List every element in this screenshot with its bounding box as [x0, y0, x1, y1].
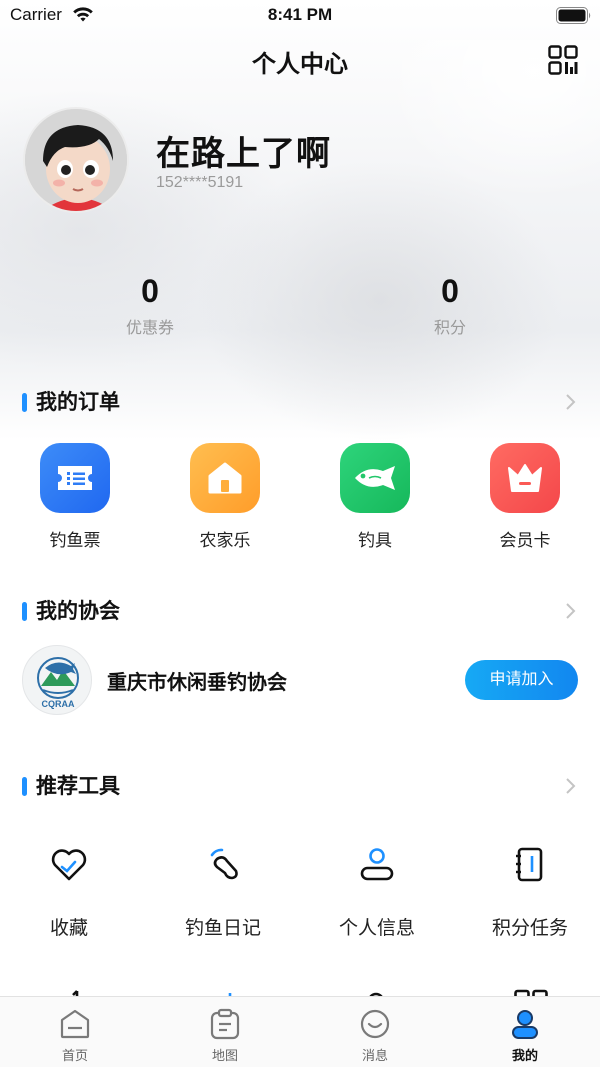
fish-icon	[340, 443, 410, 513]
tab-messages[interactable]: 消息	[300, 1007, 450, 1064]
tool-points-tasks[interactable]: 积分任务	[455, 845, 600, 940]
profile-icon	[508, 1007, 542, 1041]
section-accent-bar	[22, 777, 27, 796]
tool-label: 钓鱼日记	[184, 917, 261, 939]
association-section-title: 我的协会	[36, 599, 120, 623]
coupon-label: 优惠券	[125, 318, 174, 337]
status-bar: Carrier 8:41 PM	[0, 0, 600, 32]
chevron-right-icon[interactable]	[564, 602, 576, 624]
tab-label: 首页	[61, 1049, 88, 1064]
orders-section-header[interactable]: 我的订单	[22, 387, 578, 417]
association-section-header[interactable]: 我的协会	[22, 596, 578, 626]
notebook-icon	[510, 845, 550, 885]
join-association-button[interactable]: 申请加入	[465, 660, 578, 700]
coupon-count: 0	[141, 273, 159, 309]
points-stat[interactable]: 0 积分	[350, 272, 550, 338]
tab-bar: 首页 地图 消息 我的	[0, 996, 600, 1067]
association-name: 重庆市休闲垂钓协会	[107, 670, 287, 694]
tool-personal-info[interactable]: 个人信息	[302, 845, 452, 940]
battery-icon	[556, 7, 592, 28]
tool-label: 积分任务	[491, 917, 568, 939]
tab-profile[interactable]: 我的	[450, 1007, 600, 1064]
home-icon	[58, 1007, 92, 1041]
section-accent-bar	[22, 602, 27, 621]
order-label: 钓具	[358, 531, 392, 551]
tab-label: 我的	[511, 1049, 538, 1064]
clock: 8:41 PM	[267, 5, 333, 24]
section-accent-bar	[22, 393, 27, 412]
tools-section-title: 推荐工具	[36, 774, 120, 798]
ticket-icon	[40, 443, 110, 513]
message-icon	[358, 1007, 392, 1041]
avatar[interactable]	[23, 107, 129, 213]
order-label: 会员卡	[499, 531, 551, 551]
user-nickname: 在路上了啊	[156, 134, 331, 174]
points-count: 0	[441, 273, 459, 309]
diary-icon	[203, 845, 243, 885]
order-label: 农家乐	[199, 531, 251, 551]
tab-label: 地图	[211, 1049, 238, 1064]
order-label: 钓鱼票	[49, 531, 101, 551]
map-icon	[208, 1007, 242, 1041]
tool-fishing-diary[interactable]: 钓鱼日记	[148, 845, 298, 940]
order-fishing-ticket[interactable]: 钓鱼票	[0, 443, 150, 551]
user-icon	[357, 845, 397, 885]
tab-map[interactable]: 地图	[150, 1007, 300, 1064]
orders-section-title: 我的订单	[36, 390, 120, 414]
crown-icon	[490, 443, 560, 513]
qr-code-icon[interactable]	[548, 45, 578, 79]
page-title: 个人中心	[252, 50, 348, 78]
association-logo-text: CQRAA	[42, 699, 75, 709]
tool-favorites[interactable]: 收藏	[0, 845, 144, 940]
chevron-right-icon[interactable]	[564, 393, 576, 415]
house-icon	[190, 443, 260, 513]
order-farmstay[interactable]: 农家乐	[150, 443, 300, 551]
tab-label: 消息	[361, 1049, 388, 1064]
heart-icon	[49, 845, 89, 885]
association-logo: CQRAA	[22, 645, 92, 715]
tools-section-header[interactable]: 推荐工具	[22, 771, 578, 801]
order-fishing-gear[interactable]: 钓具	[300, 443, 450, 551]
tab-home[interactable]: 首页	[0, 1007, 150, 1064]
points-label: 积分	[433, 318, 466, 337]
order-membership-card[interactable]: 会员卡	[450, 443, 600, 551]
tool-label: 个人信息	[338, 917, 415, 939]
coupon-stat[interactable]: 0 优惠券	[50, 272, 250, 338]
chevron-right-icon[interactable]	[564, 777, 576, 799]
user-phone: 152****5191	[156, 174, 244, 191]
tool-label: 收藏	[49, 917, 88, 939]
